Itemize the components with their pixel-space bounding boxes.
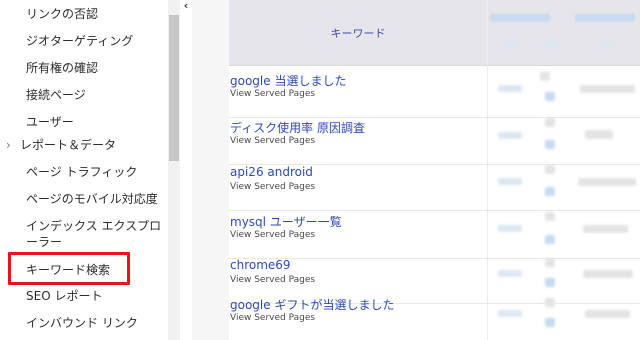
sidebar-item-inbound-links[interactable]: インバウンド リンク: [26, 315, 138, 331]
blurred-header-icon: [505, 40, 517, 48]
blurred-cell: [585, 130, 613, 139]
sidebar-item-users[interactable]: ユーザー: [26, 114, 74, 130]
blurred-cell: [545, 235, 555, 244]
keyword-link[interactable]: api26 android: [230, 165, 313, 179]
blurred-cell: [545, 258, 555, 267]
sidebar-item-ownership-verification[interactable]: 所有権の確認: [26, 60, 98, 76]
blurred-cell: [545, 187, 555, 196]
blurred-cell: [498, 225, 522, 232]
blurred-cell: [545, 165, 555, 174]
blurred-cell: [498, 85, 522, 92]
sidebar-section-reports-data[interactable]: レポート＆データ: [20, 137, 116, 153]
blurred-header-icon: [600, 40, 612, 48]
blurred-cell: [498, 132, 522, 139]
view-served-pages-link[interactable]: View Served Pages: [230, 275, 315, 285]
sidebar-item-connected-pages[interactable]: 接続ページ: [26, 87, 86, 103]
blurred-cell: [545, 118, 555, 127]
blurred-column-header: [490, 14, 550, 22]
blurred-cell: [545, 318, 555, 327]
keyword-link[interactable]: mysql ユーザー一覧: [230, 213, 342, 230]
highlight-box: [8, 252, 130, 285]
table-row: google ギフトが当選しました View Served Pages: [229, 296, 640, 340]
column-header-keyword[interactable]: キーワード: [229, 25, 487, 41]
blurred-cell: [580, 85, 635, 93]
blurred-cell: [585, 310, 630, 318]
blurred-cell: [545, 92, 555, 101]
blurred-cell: [498, 178, 522, 185]
table-row: api26 android View Served Pages: [229, 165, 640, 211]
blurred-cell: [578, 178, 636, 186]
blurred-cell: [583, 225, 628, 233]
table-row: mysql ユーザー一覧 View Served Pages: [229, 213, 640, 259]
view-served-pages-link[interactable]: View Served Pages: [230, 313, 315, 323]
sidebar-item-disavow-links[interactable]: リンクの否認: [26, 6, 98, 22]
blurred-column-header: [575, 14, 635, 22]
keyword-link[interactable]: google 当選しました: [230, 72, 346, 89]
keyword-link[interactable]: chrome69: [230, 258, 291, 272]
view-served-pages-link[interactable]: View Served Pages: [230, 230, 315, 240]
collapse-sidebar-icon[interactable]: ‹: [180, 0, 192, 12]
blurred-cell: [545, 212, 555, 221]
sidebar-item-page-traffic[interactable]: ページ トラフィック: [26, 164, 137, 180]
blurred-header-icon: [545, 40, 557, 48]
blurred-cell: [545, 278, 555, 287]
blurred-cell: [545, 140, 555, 149]
sidebar-item-geo-targeting[interactable]: ジオターゲティング: [26, 33, 133, 49]
sidebar-scrollbar-thumb[interactable]: [169, 15, 179, 161]
keyword-link[interactable]: google ギフトが当選しました: [230, 296, 394, 313]
view-served-pages-link[interactable]: View Served Pages: [230, 136, 315, 146]
view-served-pages-link[interactable]: View Served Pages: [230, 89, 315, 99]
view-served-pages-link[interactable]: View Served Pages: [230, 182, 315, 192]
expand-chevron-icon[interactable]: ›: [6, 137, 11, 153]
blurred-cell: [498, 270, 522, 277]
sidebar-item-index-explorer[interactable]: インデックス エクスプローラー: [26, 218, 168, 250]
table-row: google 当選しました View Served Pages: [229, 72, 640, 118]
keyword-link[interactable]: ディスク使用率 原因調査: [230, 119, 365, 136]
blurred-cell: [498, 310, 522, 317]
sidebar-item-seo-reports[interactable]: SEO レポート: [26, 288, 102, 304]
blurred-cell: [540, 72, 550, 81]
app-window: リンクの否認 ジオターゲティング 所有権の確認 接続ページ ユーザー › レポー…: [0, 0, 640, 340]
sidebar-item-mobile-friendliness[interactable]: ページのモバイル対応度: [26, 191, 158, 207]
blurred-cell: [583, 270, 633, 278]
sidebar: リンクの否認 ジオターゲティング 所有権の確認 接続ページ ユーザー › レポー…: [0, 0, 168, 340]
blurred-cell: [545, 298, 555, 307]
table-row: ディスク使用率 原因調査 View Served Pages: [229, 119, 640, 165]
